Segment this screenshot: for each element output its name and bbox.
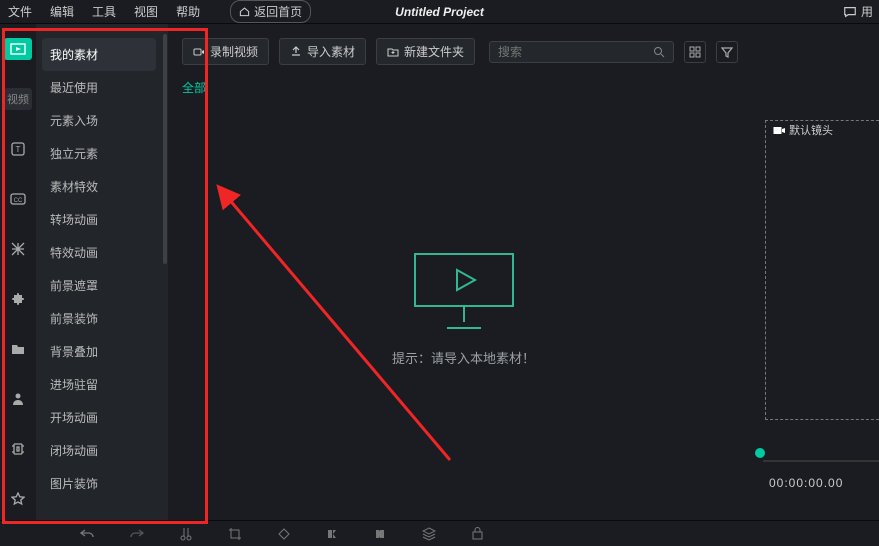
- tool-puzzle[interactable]: [4, 288, 32, 310]
- tool-star[interactable]: [4, 488, 32, 510]
- menu-tools[interactable]: 工具: [92, 3, 116, 20]
- home-label: 返回首页: [254, 3, 302, 20]
- tool-strip: 视频 T CC: [0, 24, 36, 520]
- default-camera-label: 默认镜头: [773, 122, 833, 138]
- cat-element-in[interactable]: 元素入场: [36, 104, 162, 137]
- asset-toolbar: 录制视频 导入素材 新建文件夹: [182, 38, 745, 65]
- search-icon[interactable]: [653, 46, 665, 58]
- import-label: 导入素材: [307, 43, 355, 60]
- marker-out-icon[interactable]: [374, 528, 386, 540]
- menu-file[interactable]: 文件: [8, 3, 32, 20]
- record-icon: [193, 46, 205, 58]
- cat-closing[interactable]: 闭场动画: [36, 434, 162, 467]
- newfolder-icon: [387, 47, 399, 57]
- record-label: 录制视频: [210, 43, 258, 60]
- cat-recent[interactable]: 最近使用: [36, 71, 162, 104]
- cat-fx-anim[interactable]: 特效动画: [36, 236, 162, 269]
- grid-view-button[interactable]: [684, 41, 706, 63]
- search-box[interactable]: [489, 41, 674, 63]
- tool-text[interactable]: T: [4, 138, 32, 160]
- category-scrollbar[interactable]: [162, 24, 168, 520]
- newfolder-label: 新建文件夹: [404, 43, 464, 60]
- keyframe-icon[interactable]: [278, 528, 290, 540]
- undo-icon[interactable]: [80, 528, 94, 540]
- tool-template[interactable]: [4, 438, 32, 460]
- cat-fg-mask[interactable]: 前景遮罩: [36, 269, 162, 302]
- preview-column: 默认镜头 00:00:00.00: [759, 24, 879, 520]
- cut-icon[interactable]: [180, 527, 192, 541]
- cat-fg-decor[interactable]: 前景装饰: [36, 302, 162, 335]
- cat-image-decor[interactable]: 图片装饰: [36, 467, 162, 500]
- search-input[interactable]: [498, 45, 653, 59]
- playhead-icon[interactable]: [755, 448, 765, 458]
- timecode: 00:00:00.00: [769, 476, 843, 490]
- chat-icon[interactable]: [843, 5, 857, 19]
- monitor-play-icon: [409, 250, 519, 334]
- tool-pattern[interactable]: [4, 238, 32, 260]
- lock-icon[interactable]: [472, 527, 483, 540]
- home-button[interactable]: 返回首页: [230, 0, 311, 23]
- tool-caption[interactable]: CC: [4, 188, 32, 210]
- preview-track[interactable]: [763, 460, 879, 462]
- menu-edit[interactable]: 编辑: [50, 3, 74, 20]
- tool-media[interactable]: [4, 38, 32, 60]
- svg-text:T: T: [16, 145, 21, 154]
- camera-icon: [773, 126, 785, 135]
- category-panel: 我的素材 最近使用 元素入场 独立元素 素材特效 转场动画 特效动画 前景遮罩 …: [36, 24, 162, 520]
- empty-hint: 提示：请导入本地素材！: [392, 348, 535, 367]
- crop-icon[interactable]: [228, 527, 242, 541]
- redo-icon[interactable]: [130, 528, 144, 540]
- camera-text: 默认镜头: [789, 122, 833, 138]
- empty-state[interactable]: 提示：请导入本地素材！: [182, 96, 745, 520]
- menu-help[interactable]: 帮助: [176, 3, 200, 20]
- user-label[interactable]: 用: [861, 3, 873, 20]
- tab-row: 全部: [182, 79, 745, 96]
- bottom-toolbar: [0, 520, 879, 546]
- project-title: Untitled Project: [395, 5, 484, 19]
- tool-person[interactable]: [4, 388, 32, 410]
- svg-text:CC: CC: [14, 198, 23, 204]
- cat-enter-stay[interactable]: 进场驻留: [36, 368, 162, 401]
- tool-folder[interactable]: [4, 338, 32, 360]
- cat-transition[interactable]: 转场动画: [36, 203, 162, 236]
- main-column: 录制视频 导入素材 新建文件夹 全部: [168, 24, 759, 520]
- cat-independent[interactable]: 独立元素: [36, 137, 162, 170]
- import-icon: [290, 46, 302, 58]
- layers-icon[interactable]: [422, 527, 436, 541]
- menu-view[interactable]: 视图: [134, 3, 158, 20]
- record-button[interactable]: 录制视频: [182, 38, 269, 65]
- cat-bg-overlay[interactable]: 背景叠加: [36, 335, 162, 368]
- home-icon: [239, 6, 250, 17]
- tab-all[interactable]: 全部: [182, 81, 206, 95]
- preview-frame[interactable]: [765, 120, 879, 420]
- marker-in-icon[interactable]: [326, 528, 338, 540]
- menubar: 文件 编辑 工具 视图 帮助 返回首页 Untitled Project 用: [0, 0, 879, 24]
- filter-button[interactable]: [716, 41, 738, 63]
- menubar-right: 用: [843, 3, 873, 20]
- cat-opening[interactable]: 开场动画: [36, 401, 162, 434]
- import-button[interactable]: 导入素材: [279, 38, 366, 65]
- cat-my-assets[interactable]: 我的素材: [42, 38, 156, 71]
- tool-video-label[interactable]: 视频: [4, 88, 32, 110]
- newfolder-button[interactable]: 新建文件夹: [376, 38, 475, 65]
- cat-effects[interactable]: 素材特效: [36, 170, 162, 203]
